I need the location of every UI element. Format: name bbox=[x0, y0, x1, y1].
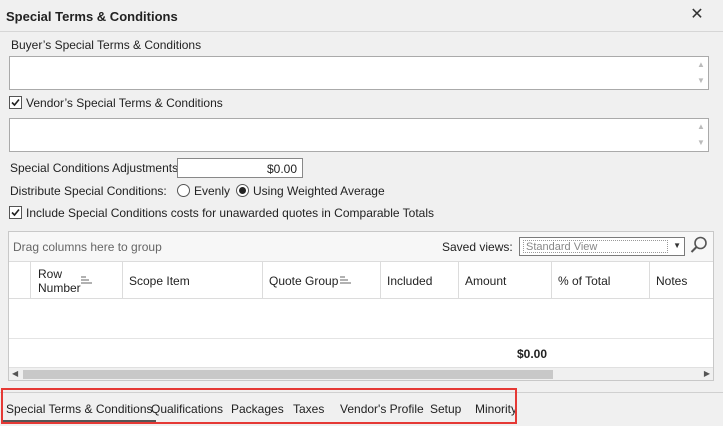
special-conditions-grid: Drag columns here to group Saved views: … bbox=[8, 231, 714, 381]
radio-evenly-label[interactable]: Evenly bbox=[194, 184, 230, 198]
scroll-up-icon[interactable]: ▲ bbox=[696, 122, 706, 131]
footer-divider bbox=[9, 338, 713, 339]
group-hint: Drag columns here to group bbox=[13, 240, 162, 254]
sort-icon[interactable] bbox=[340, 276, 352, 284]
buyer-terms-memo[interactable]: ▲ ▼ bbox=[9, 56, 709, 90]
buyer-terms-label: Buyer’s Special Terms & Conditions bbox=[11, 38, 202, 52]
header-notes[interactable]: Notes bbox=[650, 262, 713, 299]
header-pct-total[interactable]: % of Total bbox=[552, 262, 650, 299]
horizontal-scrollbar[interactable]: ◀ ▶ bbox=[9, 367, 713, 380]
header-indicator bbox=[9, 262, 31, 299]
header-included[interactable]: Included bbox=[381, 262, 459, 299]
check-icon bbox=[11, 208, 20, 217]
vendor-terms-label: Vendor’s Special Terms & Conditions bbox=[26, 96, 223, 110]
header-quote-group[interactable]: Quote Group bbox=[263, 262, 381, 299]
radio-weighted-average[interactable] bbox=[236, 184, 249, 197]
scroll-right-icon[interactable]: ▶ bbox=[704, 369, 710, 378]
check-icon bbox=[11, 98, 20, 107]
radio-selected-dot bbox=[239, 187, 246, 194]
scroll-down-icon[interactable]: ▼ bbox=[696, 138, 706, 147]
header-scope-item-label: Scope Item bbox=[129, 274, 190, 288]
search-icon[interactable] bbox=[689, 235, 709, 255]
header-row-number-line1: Row bbox=[38, 267, 63, 281]
header-notes-label: Notes bbox=[656, 274, 688, 288]
scroll-up-icon[interactable]: ▲ bbox=[696, 60, 706, 69]
header-row-number[interactable]: Row Number bbox=[31, 262, 123, 299]
radio-evenly[interactable] bbox=[177, 184, 190, 197]
header-row-number-line2: Number bbox=[38, 281, 81, 295]
adjustments-input[interactable]: $0.00 bbox=[177, 158, 303, 178]
include-label: Include Special Conditions costs for una… bbox=[26, 206, 435, 220]
saved-views-select[interactable]: Standard View ▼ bbox=[519, 237, 685, 256]
adjustments-label: Special Conditions Adjustments: bbox=[10, 161, 182, 175]
scroll-left-icon[interactable]: ◀ bbox=[12, 369, 18, 378]
sort-icon[interactable] bbox=[81, 276, 93, 284]
saved-view-value: Standard View bbox=[523, 240, 668, 253]
header-amount[interactable]: Amount bbox=[459, 262, 552, 299]
header-included-label: Included bbox=[387, 274, 433, 288]
header-pct-total-label: % of Total bbox=[558, 274, 611, 288]
include-checkbox[interactable] bbox=[9, 206, 22, 219]
vendor-terms-checkbox[interactable] bbox=[9, 96, 22, 109]
distribute-label: Distribute Special Conditions: bbox=[10, 184, 167, 198]
radio-weighted-average-label[interactable]: Using Weighted Average bbox=[253, 184, 385, 198]
tabs-highlight-box bbox=[1, 388, 517, 424]
grid-header: Row Number Scope Item Quote Group Includ… bbox=[9, 262, 713, 299]
scroll-down-icon[interactable]: ▼ bbox=[696, 76, 706, 85]
header-amount-label: Amount bbox=[465, 274, 507, 288]
close-icon[interactable]: ✕ bbox=[688, 6, 706, 24]
scrollbar-thumb[interactable] bbox=[23, 370, 553, 379]
group-panel[interactable]: Drag columns here to group Saved views: … bbox=[9, 232, 713, 262]
saved-views-label: Saved views: bbox=[442, 240, 513, 254]
window-title: Special Terms & Conditions bbox=[6, 9, 178, 24]
vendor-terms-memo[interactable]: ▲ ▼ bbox=[9, 118, 709, 152]
header-quote-group-label: Quote Group bbox=[269, 274, 339, 288]
chevron-down-icon[interactable]: ▼ bbox=[673, 241, 681, 250]
header-scope-item[interactable]: Scope Item bbox=[123, 262, 263, 299]
title-bar: Special Terms & Conditions ✕ bbox=[0, 0, 723, 32]
total-amount: $0.00 bbox=[517, 347, 548, 361]
